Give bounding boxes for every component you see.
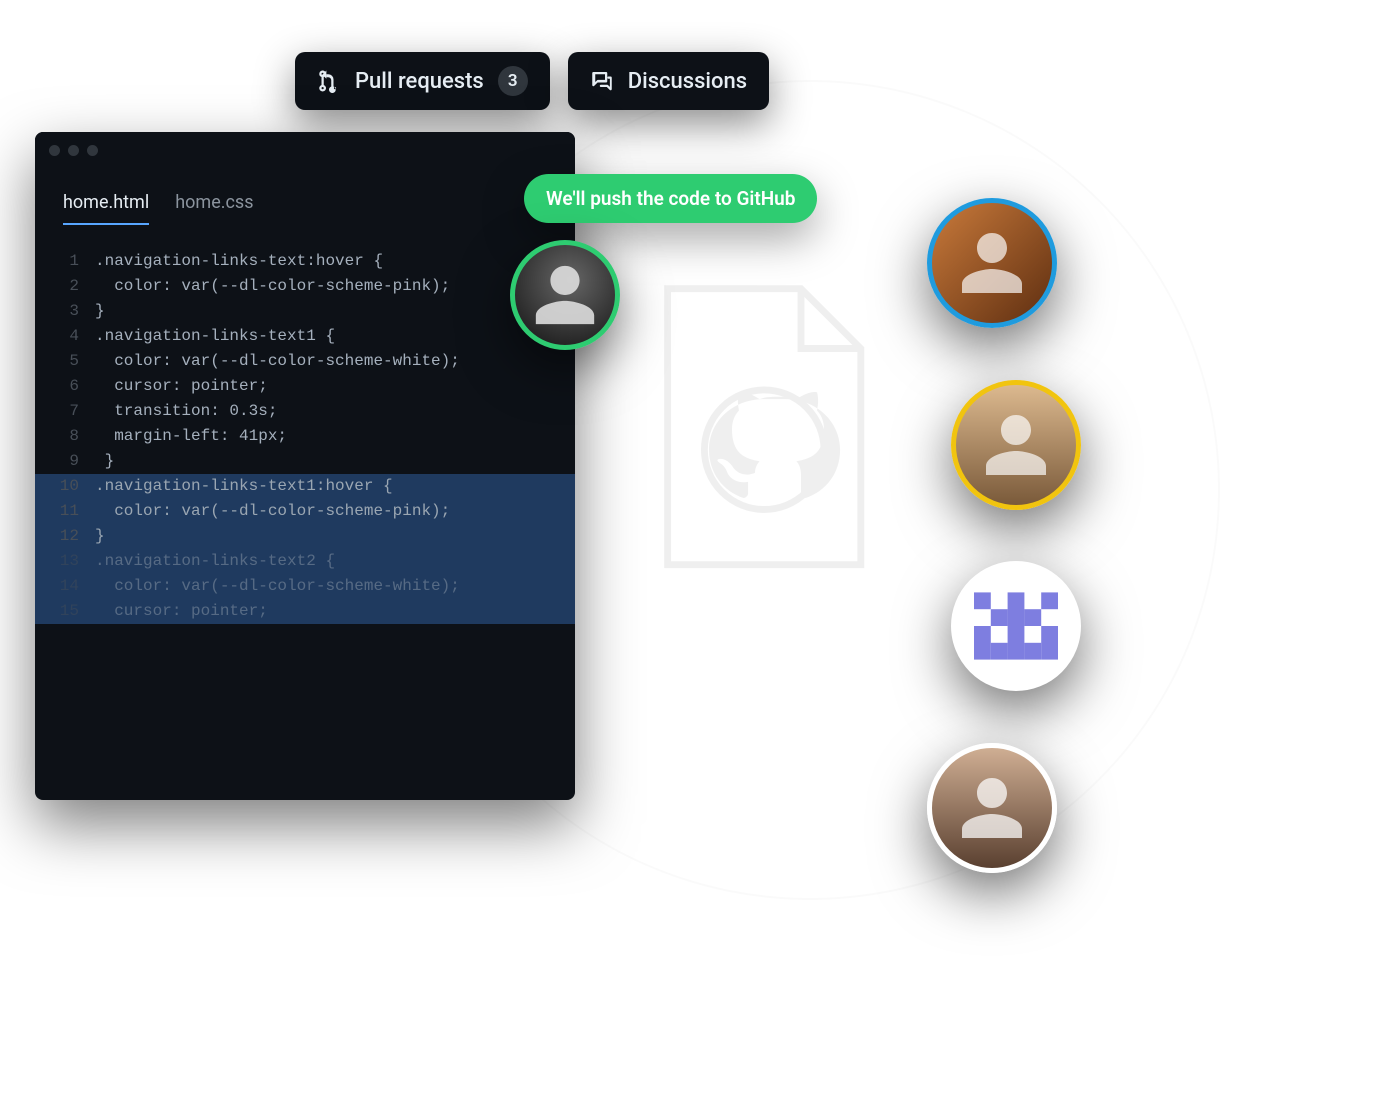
person-silhouette-icon — [530, 260, 600, 330]
code-line[interactable]: 10.navigation-links-text1:hover { — [35, 474, 575, 499]
code-text: color: var(--dl-color-scheme-pink); — [95, 499, 575, 524]
code-line[interactable]: 3} — [35, 299, 575, 324]
line-number: 6 — [35, 374, 95, 399]
pull-requests-label: Pull requests — [355, 69, 484, 94]
pull-requests-tab[interactable]: Pull requests 3 — [295, 52, 550, 110]
line-number: 2 — [35, 274, 95, 299]
person-silhouette-icon — [980, 409, 1052, 481]
code-text: .navigation-links-text1 { — [95, 324, 575, 349]
line-number: 15 — [35, 599, 95, 624]
window-dot-icon — [49, 145, 60, 156]
collaborator-avatar-1[interactable] — [927, 198, 1057, 328]
pull-requests-count-badge: 3 — [498, 66, 528, 96]
line-number: 8 — [35, 424, 95, 449]
editor-file-tabs: home.html home.css — [35, 168, 575, 225]
code-line[interactable]: 8 margin-left: 41px; — [35, 424, 575, 449]
code-line[interactable]: 1.navigation-links-text:hover { — [35, 249, 575, 274]
code-line[interactable]: 15 cursor: pointer; — [35, 599, 575, 624]
code-line[interactable]: 11 color: var(--dl-color-scheme-pink); — [35, 499, 575, 524]
code-text: margin-left: 41px; — [95, 424, 575, 449]
code-line[interactable]: 5 color: var(--dl-color-scheme-white); — [35, 349, 575, 374]
code-line[interactable]: 9 } — [35, 449, 575, 474]
line-number: 3 — [35, 299, 95, 324]
collaborator-avatar-2[interactable] — [951, 380, 1081, 510]
code-text: } — [95, 449, 575, 474]
discussions-tab[interactable]: Discussions — [568, 52, 769, 110]
code-line[interactable]: 14 color: var(--dl-color-scheme-white); — [35, 574, 575, 599]
top-nav-tabs: Pull requests 3 Discussions — [295, 52, 769, 110]
code-line[interactable]: 12} — [35, 524, 575, 549]
primary-user-avatar[interactable] — [510, 240, 620, 350]
line-number: 11 — [35, 499, 95, 524]
person-silhouette-icon — [956, 227, 1028, 299]
collaborator-avatar-3-identicon[interactable] — [951, 561, 1081, 691]
comment-discussion-icon — [590, 69, 614, 93]
code-text: .navigation-links-text1:hover { — [95, 474, 575, 499]
code-text: cursor: pointer; — [95, 599, 575, 624]
discussions-label: Discussions — [628, 69, 747, 94]
file-tab-home-html[interactable]: home.html — [63, 192, 149, 225]
code-text: color: var(--dl-color-scheme-white); — [95, 574, 575, 599]
code-line[interactable]: 2 color: var(--dl-color-scheme-pink); — [35, 274, 575, 299]
code-text: transition: 0.3s; — [95, 399, 575, 424]
line-number: 9 — [35, 449, 95, 474]
line-number: 1 — [35, 249, 95, 274]
file-tab-home-css[interactable]: home.css — [175, 192, 253, 225]
line-number: 7 — [35, 399, 95, 424]
github-file-outline-icon — [640, 284, 870, 574]
code-line[interactable]: 6 cursor: pointer; — [35, 374, 575, 399]
line-number: 5 — [35, 349, 95, 374]
line-number: 14 — [35, 574, 95, 599]
line-number: 12 — [35, 524, 95, 549]
code-line[interactable]: 7 transition: 0.3s; — [35, 399, 575, 424]
code-text: .navigation-links-text:hover { — [95, 249, 575, 274]
code-area[interactable]: 1.navigation-links-text:hover {2 color: … — [35, 225, 575, 624]
git-pull-request-icon — [317, 69, 341, 93]
collaborator-avatar-4[interactable] — [927, 743, 1057, 873]
code-editor-window: home.html home.css 1.navigation-links-te… — [35, 132, 575, 800]
tooltip-text: We'll push the code to GitHub — [546, 187, 795, 210]
code-line[interactable]: 13.navigation-links-text2 { — [35, 549, 575, 574]
line-number: 4 — [35, 324, 95, 349]
code-text: .navigation-links-text2 { — [95, 549, 575, 574]
push-to-github-tooltip: We'll push the code to GitHub — [524, 174, 817, 223]
identicon-pattern-icon — [974, 584, 1058, 668]
line-number: 10 — [35, 474, 95, 499]
code-text: color: var(--dl-color-scheme-white); — [95, 349, 575, 374]
window-traffic-lights — [35, 132, 575, 168]
window-dot-icon — [68, 145, 79, 156]
code-text: } — [95, 299, 575, 324]
code-line[interactable]: 4.navigation-links-text1 { — [35, 324, 575, 349]
person-silhouette-icon — [956, 772, 1028, 844]
code-text: cursor: pointer; — [95, 374, 575, 399]
code-text: color: var(--dl-color-scheme-pink); — [95, 274, 575, 299]
line-number: 13 — [35, 549, 95, 574]
code-text: } — [95, 524, 575, 549]
window-dot-icon — [87, 145, 98, 156]
